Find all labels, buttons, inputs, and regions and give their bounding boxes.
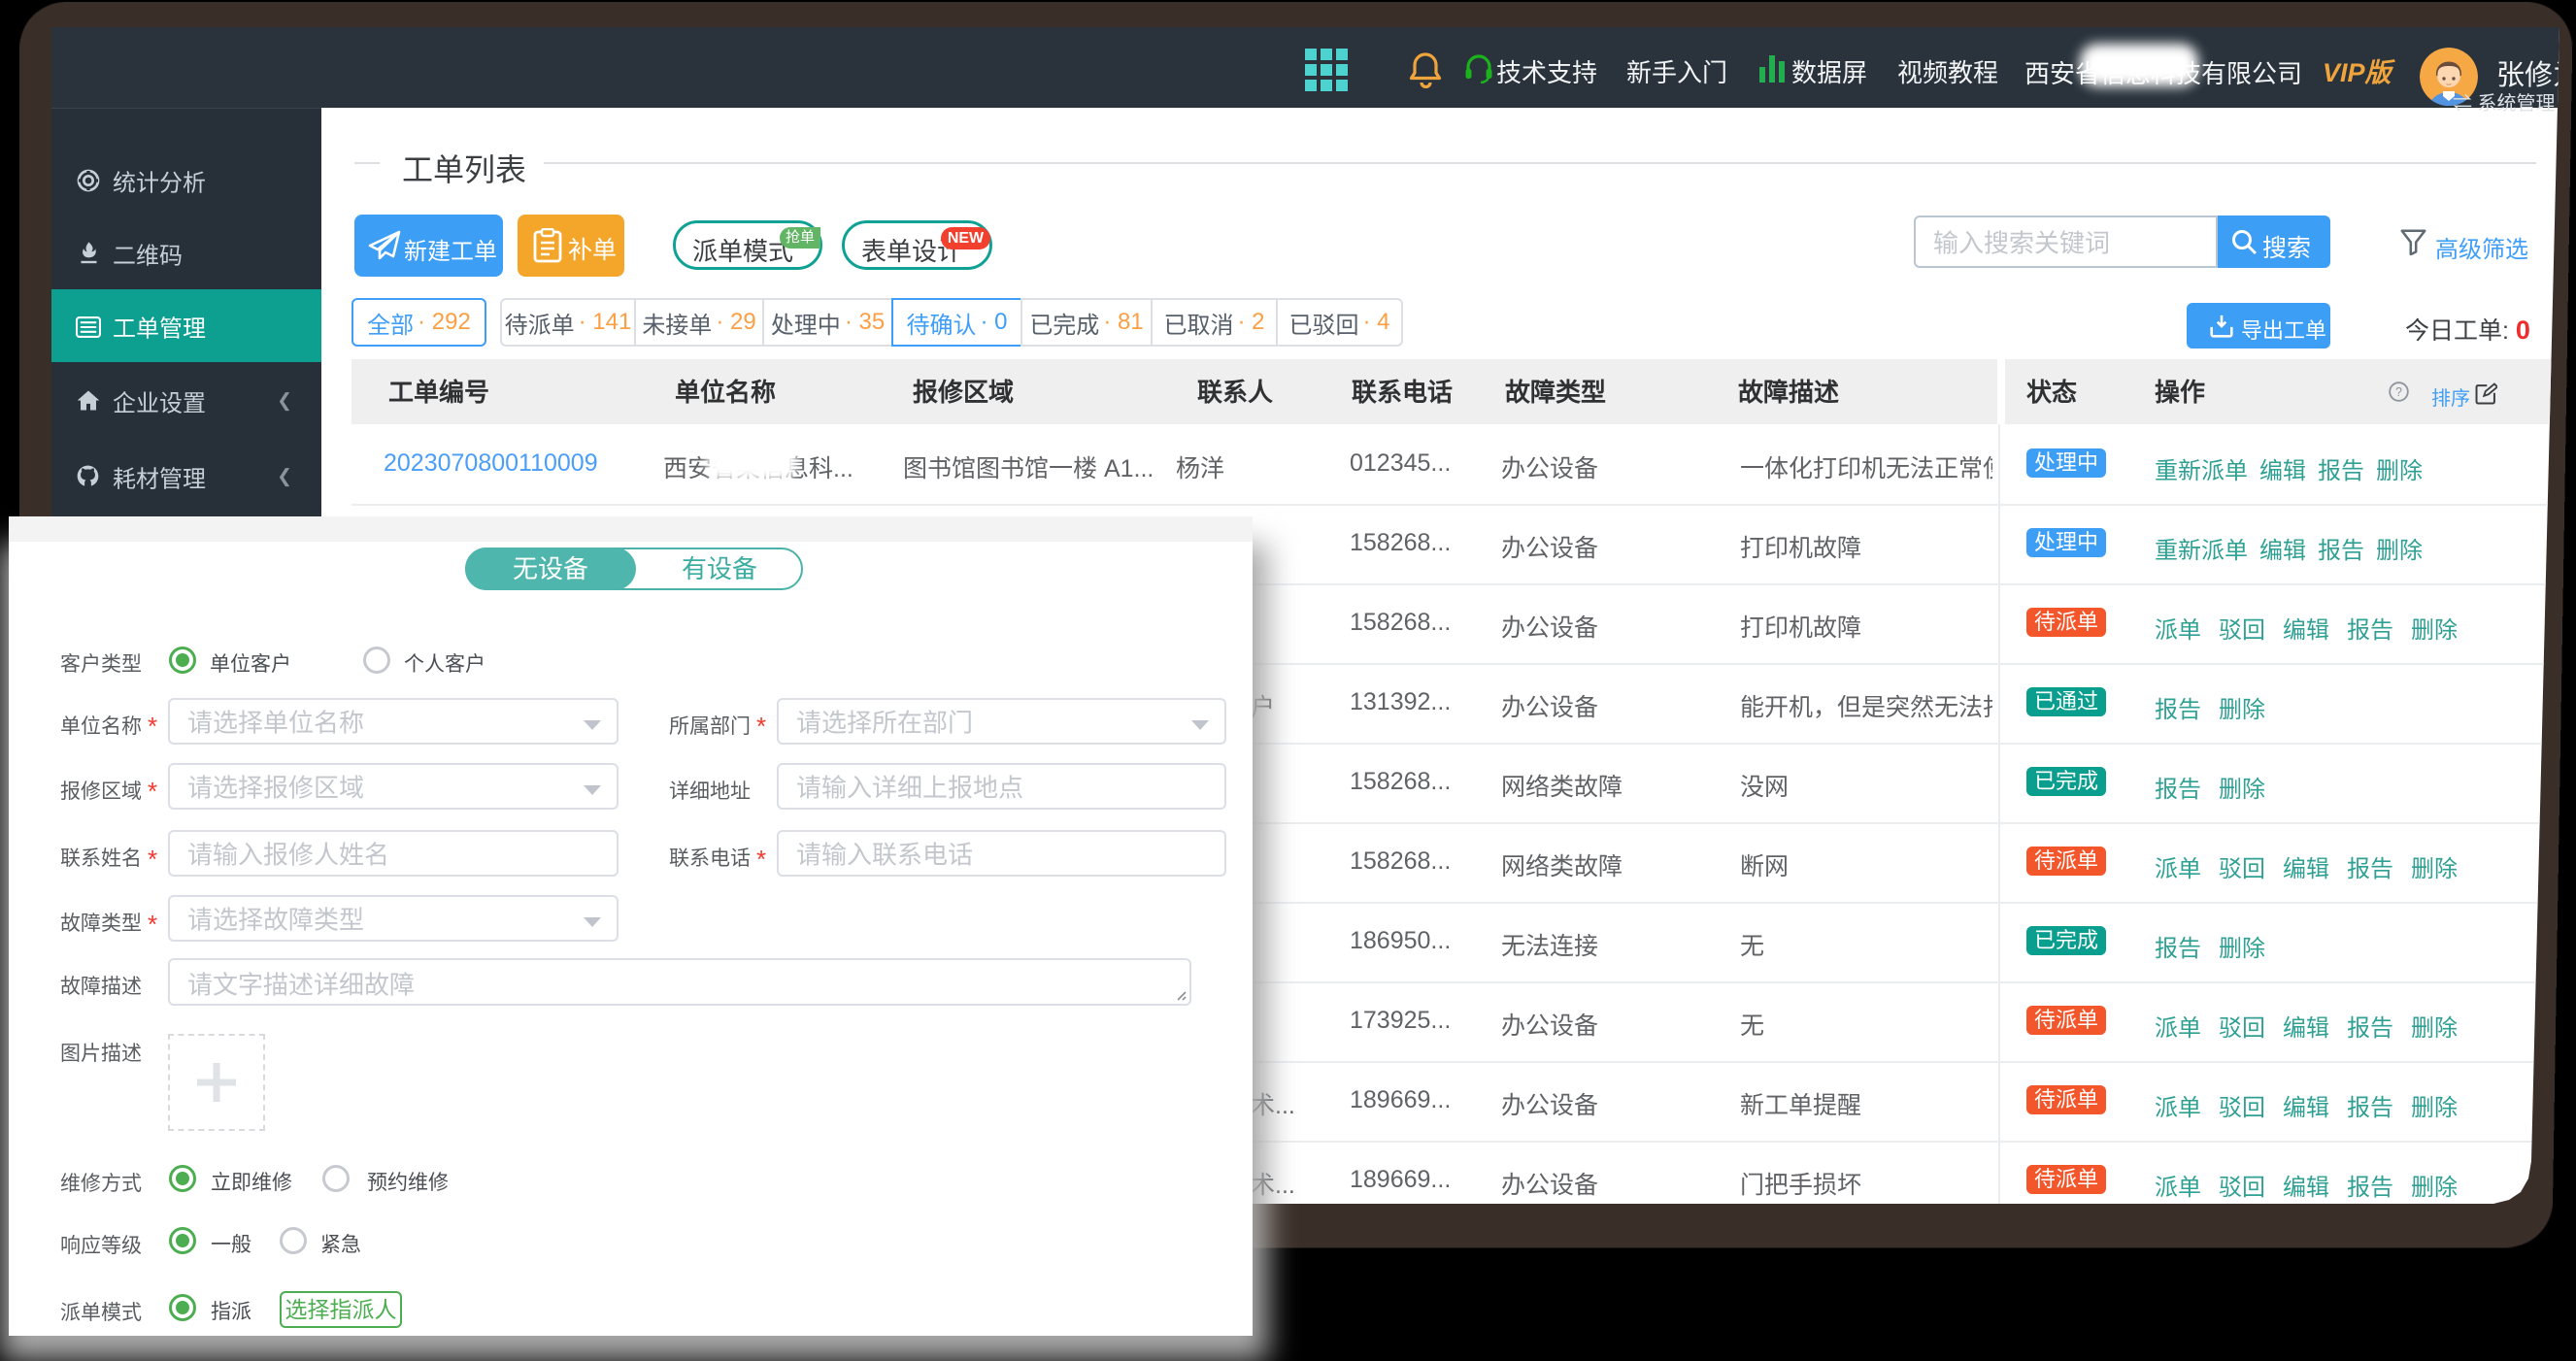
- svg-text:?: ?: [2395, 385, 2402, 399]
